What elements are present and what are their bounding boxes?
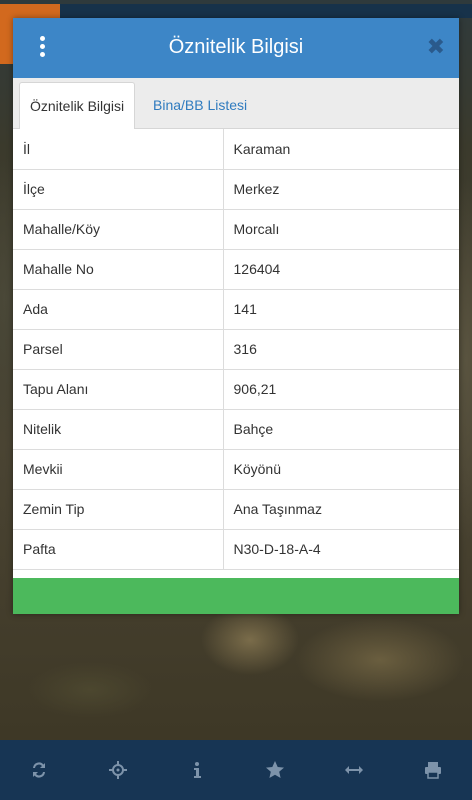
table-row: Mevkii Köyönü: [13, 449, 459, 490]
attribute-value: Morcalı: [223, 209, 459, 250]
attribute-value: Ana Taşınmaz: [223, 489, 459, 530]
refresh-icon[interactable]: [19, 750, 59, 790]
close-icon[interactable]: ✖: [427, 34, 445, 60]
attribute-key: Mahalle No: [13, 249, 224, 290]
attribute-value: 906,21: [223, 369, 459, 410]
star-icon[interactable]: [255, 750, 295, 790]
dialog-header: Öznitelik Bilgisi ✖: [13, 18, 459, 78]
map-top-strip: [60, 4, 472, 18]
attribute-table: İl Karaman İlçe Merkez Mahalle/Köy Morcalı Mah…: [13, 129, 459, 570]
tab-attributes[interactable]: Öznitelik Bilgisi: [19, 82, 136, 129]
attribute-key: Tapu Alanı: [13, 369, 224, 410]
table-row: Zemin Tip Ana Taşınmaz: [13, 489, 459, 530]
attribute-value: 316: [223, 329, 459, 370]
tab-building-list[interactable]: Bina/BB Listesi: [143, 82, 257, 128]
attribute-value: N30-D-18-A-4: [223, 529, 459, 570]
table-row: İl Karaman: [13, 129, 459, 170]
attribute-key: İlçe: [13, 169, 224, 210]
attribute-dialog: Öznitelik Bilgisi ✖ Öznitelik Bilgisi Bi…: [13, 18, 459, 614]
bottom-toolbar: [0, 740, 472, 800]
table-row: Ada 141: [13, 289, 459, 330]
attribute-value: Merkez: [223, 169, 459, 210]
attribute-key: Mahalle/Köy: [13, 209, 224, 250]
info-icon[interactable]: [177, 750, 217, 790]
attribute-value: 141: [223, 289, 459, 330]
attribute-key: Pafta: [13, 529, 224, 570]
attribute-key: İl: [13, 129, 224, 170]
table-row: Nitelik Bahçe: [13, 409, 459, 450]
table-row: Mahalle No 126404: [13, 249, 459, 290]
table-row: Mahalle/Köy Morcalı: [13, 209, 459, 250]
table-row: Pafta N30-D-18-A-4: [13, 529, 459, 570]
locate-icon[interactable]: [98, 750, 138, 790]
table-row: Parsel 316: [13, 329, 459, 370]
table-row: Tapu Alanı 906,21: [13, 369, 459, 410]
attribute-value: Köyönü: [223, 449, 459, 490]
table-row: İlçe Merkez: [13, 169, 459, 210]
attribute-value: 126404: [223, 249, 459, 290]
attribute-key: Parsel: [13, 329, 224, 370]
measure-icon[interactable]: [334, 750, 374, 790]
attribute-value: Karaman: [223, 129, 459, 170]
attribute-key: Zemin Tip: [13, 489, 224, 530]
dialog-tabs: Öznitelik Bilgisi Bina/BB Listesi: [13, 78, 459, 129]
dialog-footer-bar: [13, 578, 459, 614]
attribute-value: Bahçe: [223, 409, 459, 450]
attribute-key: Nitelik: [13, 409, 224, 450]
print-icon[interactable]: [413, 750, 453, 790]
attribute-key: Ada: [13, 289, 224, 330]
dialog-title: Öznitelik Bilgisi: [168, 36, 304, 58]
attribute-key: Mevkii: [13, 449, 224, 490]
